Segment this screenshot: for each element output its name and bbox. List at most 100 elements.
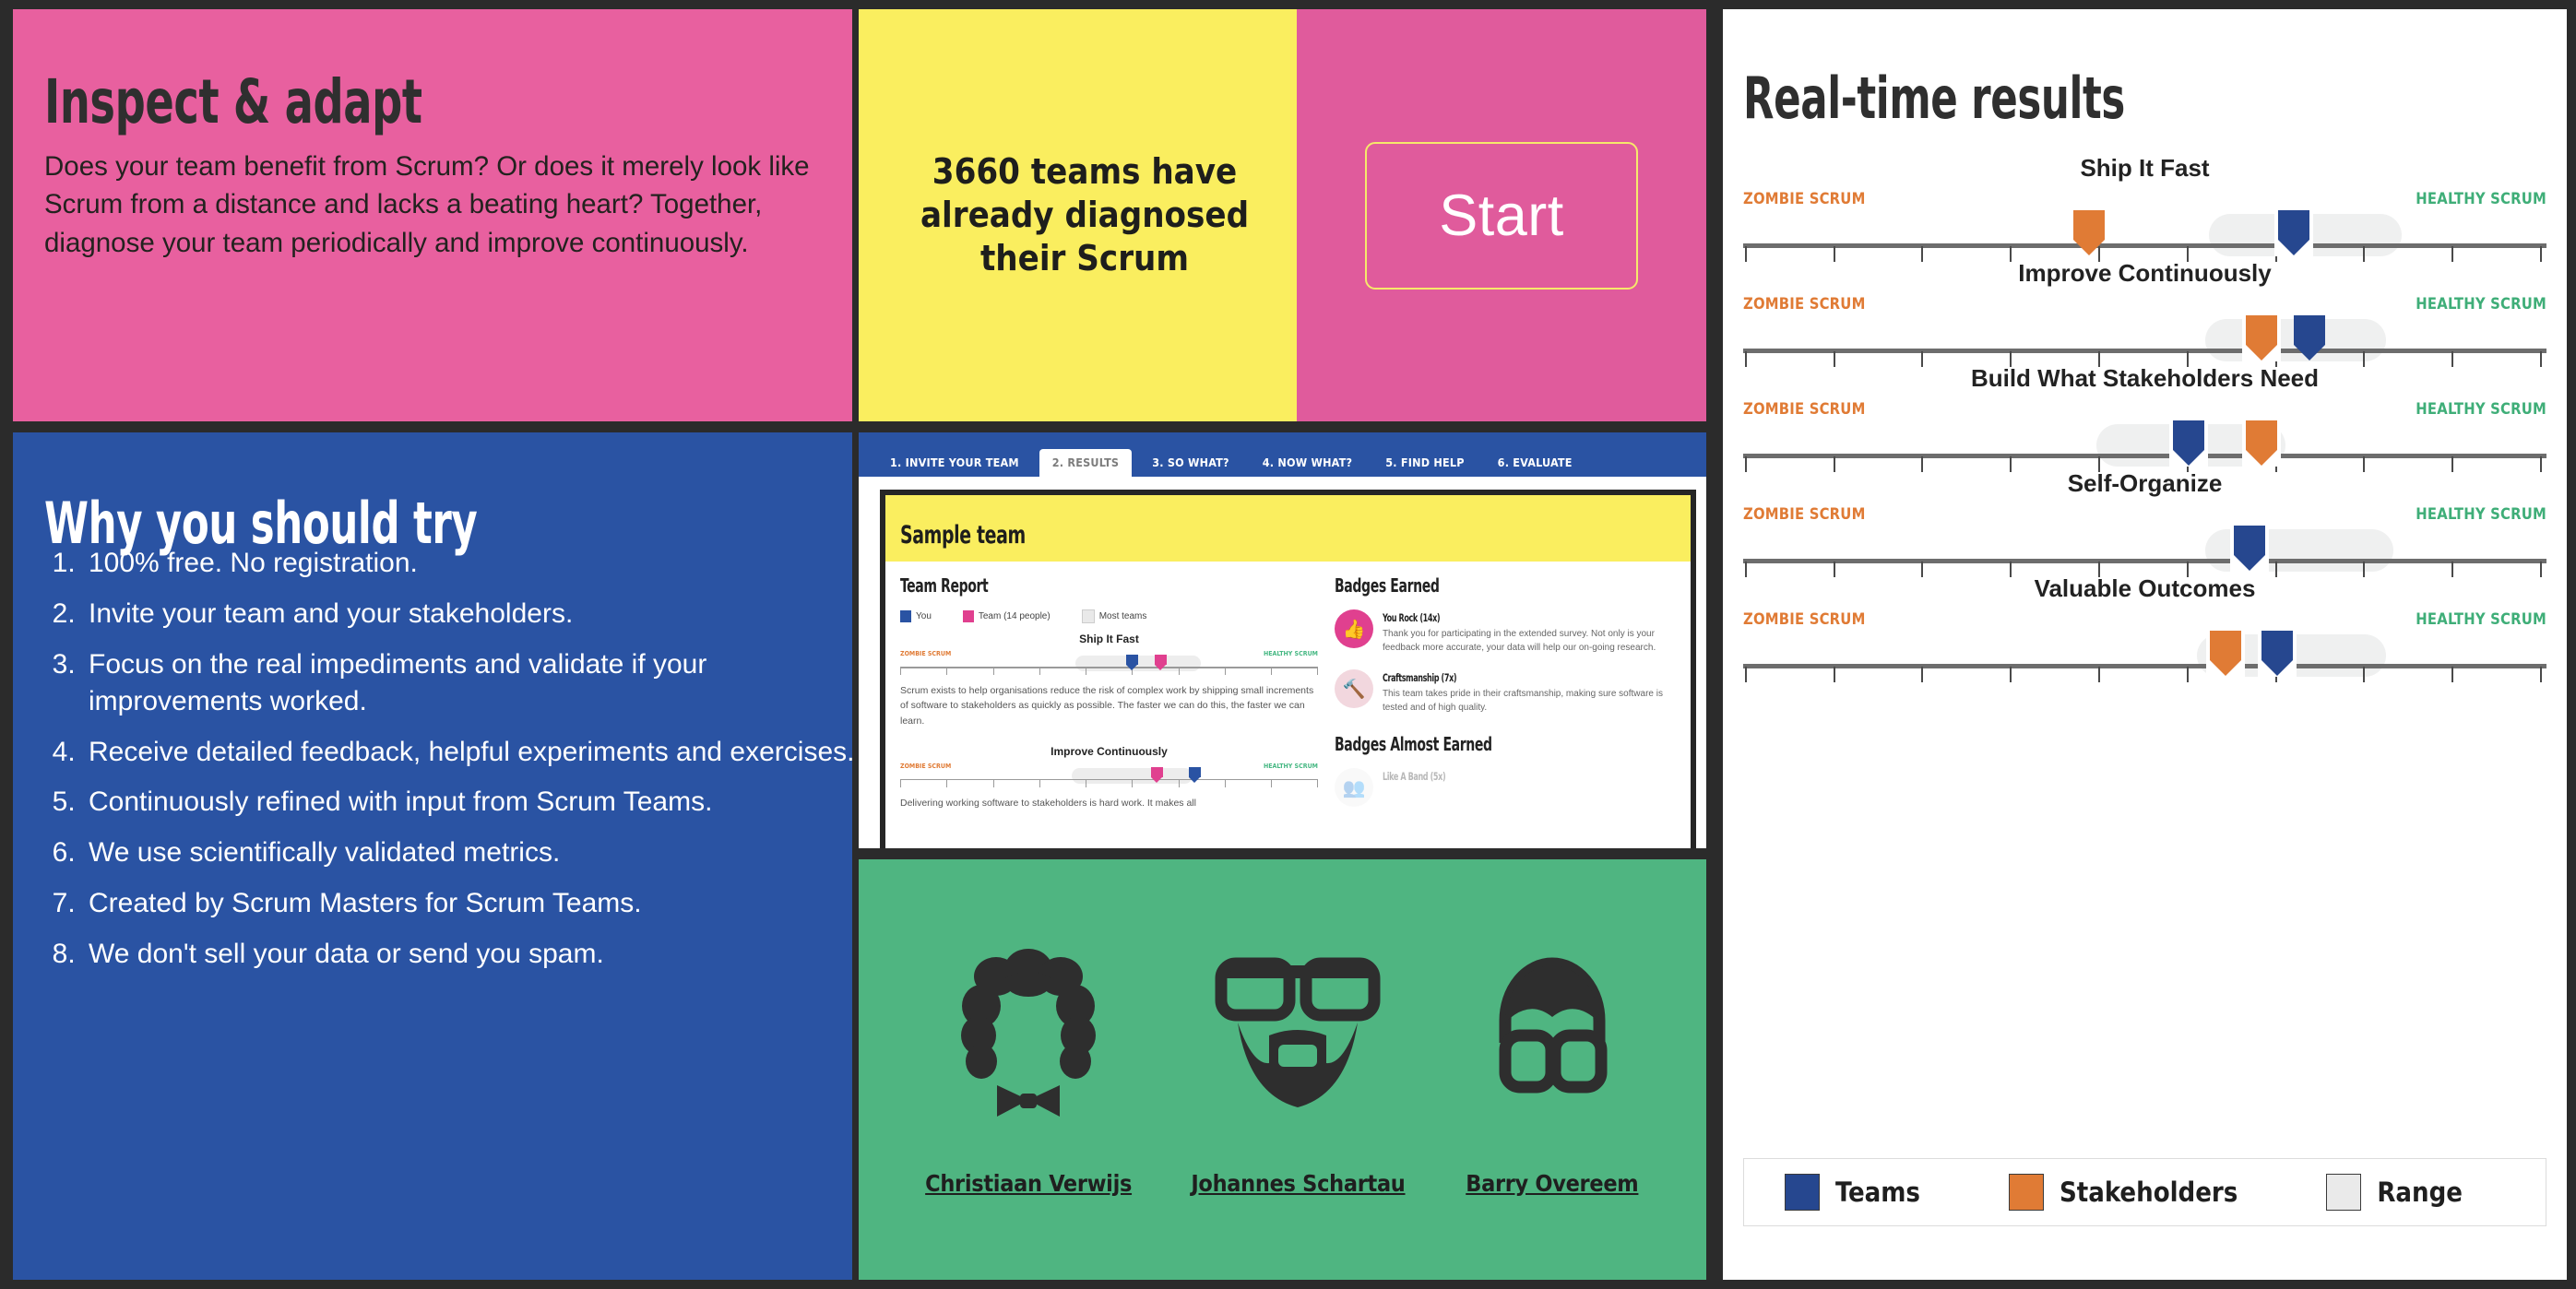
results-legend: Teams Stakeholders Range: [1743, 1158, 2546, 1226]
chart-end-labels: ZOMBIE SCRUM HEALTHY SCRUM: [1723, 295, 2567, 317]
app-mini-legend: You Team (14 people) Most teams: [900, 609, 1318, 623]
chart-row-self-organize: Self-Organize ZOMBIE SCRUM HEALTHY SCRUM: [1723, 469, 2567, 577]
chart-title: Ship It Fast: [2080, 154, 2210, 182]
healthy-scrum-label: HEALTHY SCRUM: [2416, 189, 2546, 207]
badge-title: Craftsmanship (7x): [1382, 671, 1457, 684]
zombie-scrum-label: ZOMBIE SCRUM: [1743, 504, 1866, 523]
zombie-scrum-label: ZOMBIE SCRUM: [1743, 294, 1866, 313]
author-name[interactable]: Johannes Schartau: [1191, 1170, 1405, 1197]
marker-teams: [2294, 315, 2326, 361]
legend-swatch-teams: [1785, 1174, 1820, 1211]
chart-end-labels: ZOMBIE SCRUM HEALTHY SCRUM: [1723, 400, 2567, 422]
chart-title: Self-Organize: [2067, 469, 2223, 497]
realtime-results-title: Real-time results: [1743, 64, 2125, 132]
chart-axis: [1743, 629, 2546, 682]
badge-title: You Rock (14x): [1382, 611, 1441, 624]
teams-counter-panel: 3660 teams have already diagnosed their …: [859, 9, 1311, 421]
tab-find-help[interactable]: 5. FIND HELP: [1372, 449, 1477, 477]
chart-end-labels: ZOMBIE SCRUM HEALTHY SCRUM: [1723, 505, 2567, 527]
healthy-scrum-label: HEALTHY SCRUM: [1263, 762, 1318, 770]
marker-you: [1188, 766, 1201, 783]
glasses-beard-avatar: [1210, 943, 1385, 1128]
author-name[interactable]: Barry Overeem: [1466, 1170, 1638, 1197]
legend-item-most-teams: Most teams: [1081, 609, 1146, 623]
chart-axis: [1743, 313, 2546, 367]
add-person-icon: 👥: [1334, 768, 1373, 807]
app-mini-chart: Improve Continuously ZOMBIE SCRUM HEALTH…: [900, 745, 1318, 810]
marker-you: [1125, 655, 1138, 670]
app-team-name: Sample team: [900, 521, 1026, 550]
author-christiaan-verwijs[interactable]: Christiaan Verwijs: [925, 943, 1132, 1197]
why-title: Why you should try: [44, 489, 478, 557]
chart-end-labels: ZOMBIE SCRUM HEALTHY SCRUM: [1723, 190, 2567, 212]
app-mini-chart-description: Delivering working software to stakehold…: [900, 797, 1196, 809]
short-hair-glasses-avatar: [1465, 943, 1640, 1128]
badge-title: Like A Band (5x): [1382, 770, 1446, 783]
list-item: 100% free. No registration.: [83, 545, 852, 582]
app-mini-chart-title: Improve Continuously: [1051, 744, 1168, 758]
range-band: [1075, 656, 1202, 671]
marker-team: [1150, 766, 1163, 783]
chart-end-labels: ZOMBIE SCRUM HEALTHY SCRUM: [1723, 610, 2567, 633]
legend-label-range: Range: [2377, 1177, 2463, 1208]
app-mini-chart-title: Ship It Fast: [1079, 633, 1139, 645]
healthy-scrum-label: HEALTHY SCRUM: [2416, 399, 2546, 418]
zombie-scrum-label: ZOMBIE SCRUM: [1743, 399, 1866, 418]
legend-item-teams: Teams: [1785, 1174, 1920, 1211]
start-button[interactable]: Start: [1365, 141, 1638, 290]
healthy-scrum-label: HEALTHY SCRUM: [2416, 504, 2546, 523]
legend-label-team: Team (14 people): [978, 611, 1051, 621]
axis-line: [900, 778, 1318, 781]
chart-title: Build What Stakeholders Need: [1970, 364, 2320, 392]
hammer-icon: 🔨: [1334, 669, 1373, 708]
curly-hair-bowtie-avatar: [941, 943, 1116, 1128]
legend-label-teams: Teams: [1835, 1177, 1920, 1208]
badge-item: 👍 You Rock (14x) Thank you for participa…: [1334, 609, 1676, 655]
app-team-header: Sample team: [885, 495, 1691, 562]
author-name[interactable]: Christiaan Verwijs: [925, 1170, 1132, 1197]
legend-item-range: Range: [2326, 1174, 2463, 1211]
marker-teams: [2273, 208, 2313, 256]
axis-line: [1743, 559, 2546, 563]
chart-row-improve-continuously: Improve Continuously ZOMBIE SCRUM HEALTH…: [1723, 259, 2567, 367]
chart-axis: [1743, 524, 2546, 577]
app-mini-chart-description: Scrum exists to help organisations reduc…: [900, 685, 1314, 727]
list-item: Created by Scrum Masters for Scrum Teams…: [83, 885, 852, 922]
tab-so-what[interactable]: 3. SO WHAT?: [1139, 449, 1242, 477]
axis-line: [1743, 243, 2546, 248]
why-list: 100% free. No registration. Invite your …: [44, 545, 852, 987]
app-mini-axis: [900, 655, 1318, 677]
app-badges-column: Badges Earned 👍 You Rock (14x) Thank you…: [1334, 574, 1676, 822]
legend-swatch-range: [2326, 1174, 2362, 1211]
tab-invite-your-team[interactable]: 1. INVITE YOUR TEAM: [877, 449, 1032, 477]
legend-swatch-stakeholders: [2008, 1174, 2044, 1211]
axis-line: [1743, 454, 2546, 458]
axis-line: [1743, 664, 2546, 668]
legend-item-you: You: [900, 609, 932, 623]
tab-results[interactable]: 2. RESULTS: [1039, 449, 1133, 477]
list-item: We use scientifically validated metrics.: [83, 834, 852, 871]
healthy-scrum-label: HEALTHY SCRUM: [2416, 294, 2546, 313]
marker-teams: [2169, 419, 2209, 467]
author-barry-overeem[interactable]: Barry Overeem: [1465, 943, 1640, 1197]
author-johannes-schartau[interactable]: Johannes Schartau: [1191, 943, 1406, 1197]
start-panel: Start: [1297, 9, 1706, 421]
inspect-adapt-title: Inspect & adapt: [44, 66, 422, 138]
why-you-should-try-panel: Why you should try 100% free. No registr…: [13, 432, 852, 1280]
list-item: We don't sell your data or send you spam…: [83, 936, 852, 973]
app-badges-almost-heading: Badges Almost Earned: [1334, 733, 1492, 755]
tab-now-what[interactable]: 4. NOW WHAT?: [1250, 449, 1365, 477]
tab-evaluate[interactable]: 6. EVALUATE: [1485, 449, 1585, 477]
app-team-report-heading: Team Report: [900, 574, 989, 597]
legend-swatch-team: [962, 610, 974, 622]
badge-item-locked: 👥 Like A Band (5x): [1334, 768, 1676, 807]
zombie-scrum-label: ZOMBIE SCRUM: [900, 650, 952, 657]
results-chart-list: Ship It Fast ZOMBIE SCRUM HEALTHY SCRUM: [1723, 154, 2567, 682]
authors-panel: Christiaan Verwijs Johannes Schartau Bar…: [859, 859, 1706, 1280]
legend-label-stakeholders: Stakeholders: [2059, 1177, 2238, 1208]
axis-line: [900, 667, 1318, 668]
zombie-scrum-label: ZOMBIE SCRUM: [900, 762, 952, 770]
chart-title: Improve Continuously: [2018, 259, 2272, 287]
app-report-page: Sample team Team Report You Team (14 peo…: [885, 495, 1691, 848]
marker-stakeholders: [2241, 313, 2281, 361]
